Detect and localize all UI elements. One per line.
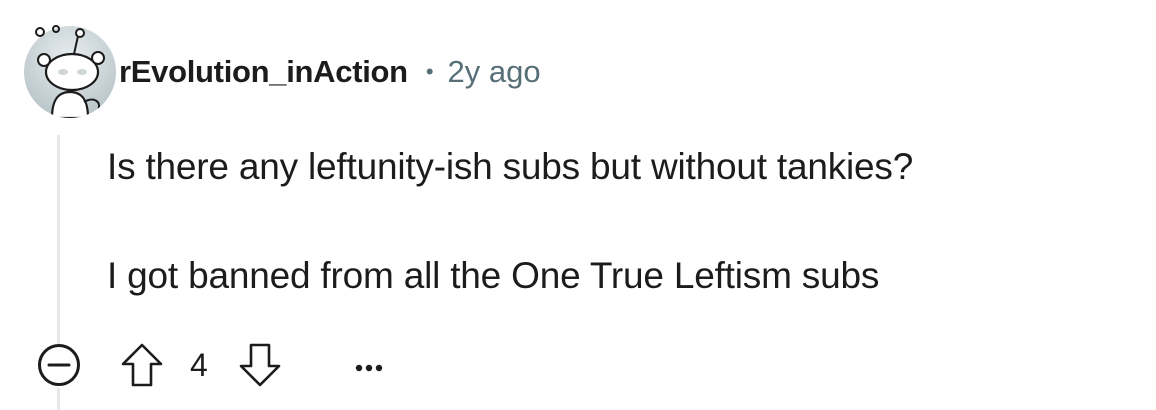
upvote-button[interactable] bbox=[120, 342, 164, 388]
avatar[interactable] bbox=[22, 22, 118, 118]
meta-separator: • bbox=[425, 59, 434, 84]
comment-header: rEvolution_inAction • 2y ago bbox=[119, 50, 541, 94]
username[interactable]: rEvolution_inAction bbox=[119, 54, 408, 90]
upvote-arrow-icon bbox=[121, 343, 163, 387]
collapse-minus-icon bbox=[38, 344, 80, 386]
downvote-arrow-icon bbox=[239, 343, 281, 387]
comment-actions: 4 bbox=[0, 340, 500, 392]
more-options-button[interactable] bbox=[349, 346, 389, 386]
thread-line[interactable] bbox=[57, 135, 60, 345]
snoo-avatar-icon bbox=[24, 25, 116, 118]
more-options-icon bbox=[355, 364, 383, 372]
downvote-button[interactable] bbox=[238, 342, 282, 388]
vote-score: 4 bbox=[190, 347, 208, 383]
comment-body-line: I got banned from all the One True Lefti… bbox=[107, 255, 880, 296]
comment-body-line: Is there any leftunity-ish subs but with… bbox=[107, 146, 914, 187]
timestamp[interactable]: 2y ago bbox=[448, 54, 541, 90]
collapse-button[interactable] bbox=[37, 343, 81, 387]
